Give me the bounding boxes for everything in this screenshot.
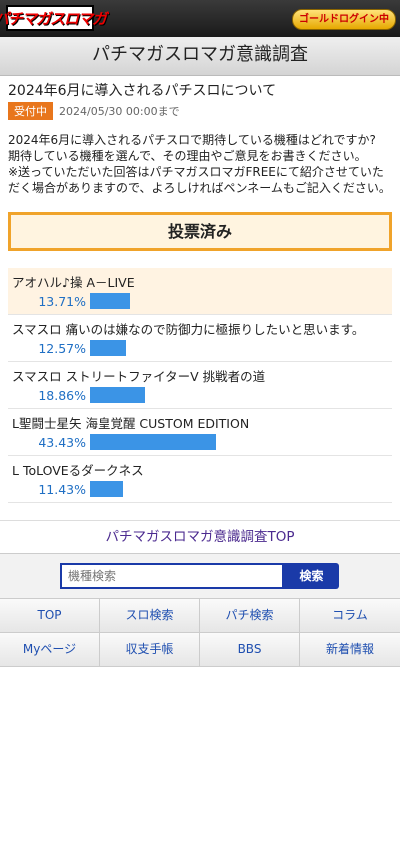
survey-description: 2024年6月に導入されるパチスロで期待している機種はどれですか? 期待している… <box>0 120 400 196</box>
option-result-row: 12.57% <box>12 340 388 356</box>
option-bar <box>90 387 145 403</box>
voted-button[interactable]: 投票済み <box>8 212 392 251</box>
gold-login-button[interactable]: ゴールドログイン中 <box>292 9 396 30</box>
survey-top-link[interactable]: パチマガスロマガ意識調査TOP <box>0 520 400 553</box>
option-label: スマスロ ストリートファイターV 挑戦者の道 <box>12 369 266 384</box>
option-bar <box>90 340 126 356</box>
result-list: アオハル♪操 A－LIVE 13.71% スマスロ 痛いのは嫌なので防御力に極振りし… <box>8 268 392 503</box>
nav-column[interactable]: コラム <box>300 599 400 633</box>
description-line: 期待している機種を選んで、その理由やご意見をお書きください。 <box>8 149 367 163</box>
option-result-row: 13.71% <box>12 293 388 309</box>
option-percent: 43.43% <box>38 434 86 450</box>
description-line: ※送っていただいた回答はパチマガスロマガFREEにて紹介させていただく場合があり… <box>8 165 391 195</box>
result-option: L聖闘士星矢 海皇覚醒 CUSTOM EDITION 43.43% <box>8 409 392 456</box>
status-badge: 受付中 <box>8 102 53 120</box>
option-bar <box>90 481 123 497</box>
option-bar <box>90 293 130 309</box>
search-area: 検索 <box>0 553 400 598</box>
option-label: L ToLOVEるダークネス <box>12 463 144 478</box>
footer-nav: TOP スロ検索 パチ検索 コラム Myページ 収支手帳 BBS 新着情報 <box>0 598 400 667</box>
nav-slot-search[interactable]: スロ検索 <box>100 599 200 633</box>
survey-header: 2024年6月に導入されるパチスロについて 受付中 2024/05/30 00:… <box>0 76 400 120</box>
option-label: スマスロ 痛いのは嫌なので防御力に極振りしたいと思います。 <box>12 322 365 337</box>
option-percent: 13.71% <box>38 293 86 309</box>
search-input[interactable] <box>60 563 284 589</box>
description-line: 2024年6月に導入されるパチスロで期待している機種はどれですか? <box>8 133 376 147</box>
nav-pachi-search[interactable]: パチ検索 <box>200 599 300 633</box>
nav-top[interactable]: TOP <box>0 599 100 633</box>
option-label: L聖闘士星矢 海皇覚醒 CUSTOM EDITION <box>12 416 250 431</box>
survey-meta: 受付中 2024/05/30 00:00まで <box>8 102 392 120</box>
option-percent: 18.86% <box>38 387 86 403</box>
option-percent: 12.57% <box>38 340 86 356</box>
nav-balance-book[interactable]: 収支手帳 <box>100 633 200 667</box>
option-percent: 11.43% <box>38 481 86 497</box>
nav-bbs[interactable]: BBS <box>200 633 300 667</box>
option-bar <box>90 434 216 450</box>
option-result-row: 18.86% <box>12 387 388 403</box>
option-result-row: 11.43% <box>12 481 388 497</box>
logo-text: パチマガスロマガ <box>0 9 107 28</box>
survey-title: 2024年6月に導入されるパチスロについて <box>8 83 277 99</box>
result-option: L ToLOVEるダークネス 11.43% <box>8 456 392 503</box>
header-bar: パチマガスロマガ ゴールドログイン中 <box>0 0 400 37</box>
nav-mypage[interactable]: Myページ <box>0 633 100 667</box>
result-option: スマスロ ストリートファイターV 挑戦者の道 18.86% <box>8 362 392 409</box>
page-title: パチマガスロマガ意識調査 <box>0 37 400 76</box>
result-option: スマスロ 痛いのは嫌なので防御力に極振りしたいと思います。 12.57% <box>8 315 392 362</box>
site-logo[interactable]: パチマガスロマガ <box>0 5 107 31</box>
survey-deadline: 2024/05/30 00:00まで <box>59 105 180 118</box>
option-result-row: 43.43% <box>12 434 388 450</box>
search-button[interactable]: 検索 <box>284 563 339 589</box>
nav-news[interactable]: 新着情報 <box>300 633 400 667</box>
option-label: アオハル♪操 A－LIVE <box>12 275 135 290</box>
result-option: アオハル♪操 A－LIVE 13.71% <box>8 268 392 315</box>
